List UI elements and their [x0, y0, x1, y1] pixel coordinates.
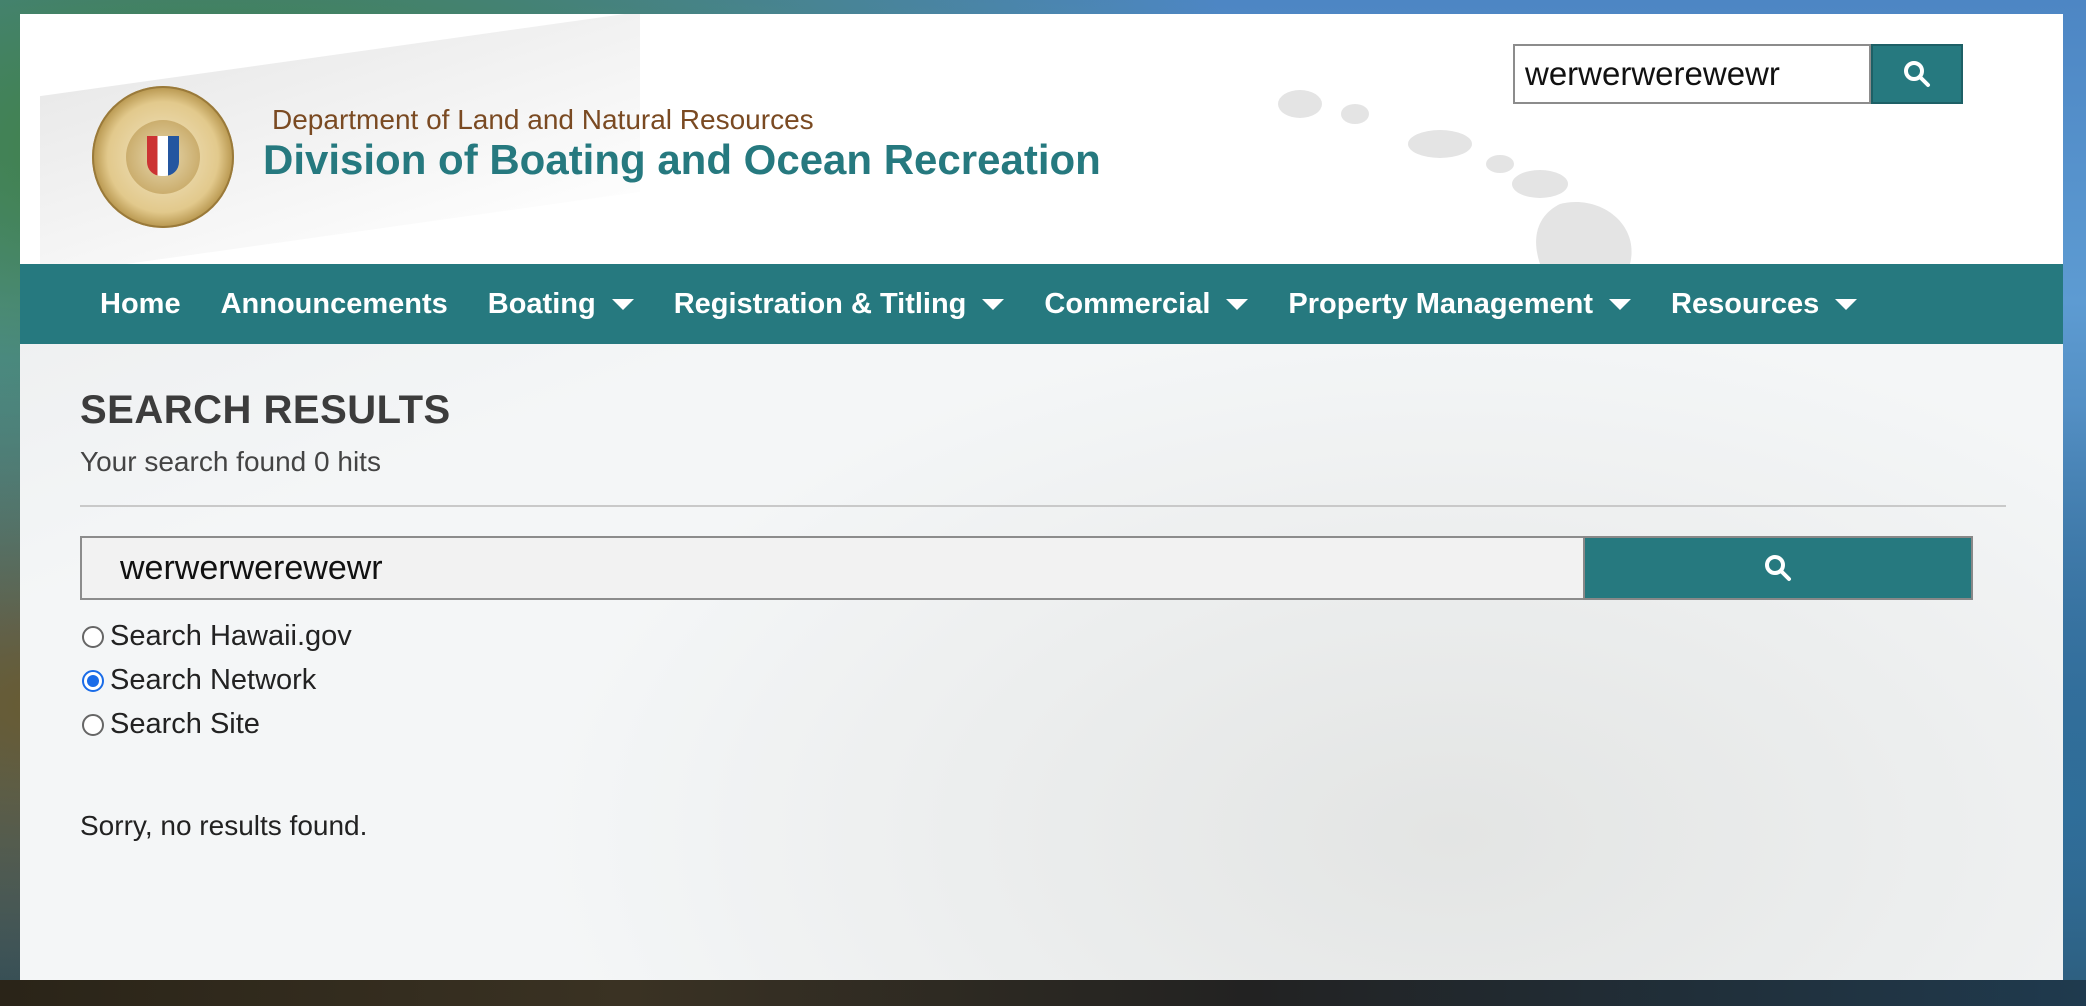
radio-button[interactable]	[82, 669, 104, 692]
caret-down-icon	[1609, 298, 1631, 310]
page-title: SEARCH RESULTS	[80, 388, 451, 432]
state-seal-logo[interactable]	[92, 86, 234, 228]
nav-item-announcements[interactable]: Announcements	[221, 288, 448, 321]
division-title[interactable]: Division of Boating and Ocean Recreation	[263, 136, 1101, 184]
divider	[80, 505, 2006, 507]
nav-item-label: Home	[100, 287, 181, 320]
main-search-button[interactable]	[1583, 536, 1973, 600]
page-container: Department of Land and Natural Resources…	[20, 14, 2063, 980]
nav-item-label: Property Management	[1288, 287, 1593, 320]
radio-option-search-site[interactable]: Search Site	[82, 708, 260, 741]
nav-item-registration-titling[interactable]: Registration & Titling	[674, 288, 1005, 321]
radio-label: Search Hawaii.gov	[110, 620, 352, 652]
nav-item-label: Registration & Titling	[673, 287, 967, 320]
search-hits-count: Your search found 0 hits	[80, 446, 381, 477]
main-navigation: Home Announcements Boating Registration & T…	[20, 264, 2063, 344]
caret-down-icon	[1226, 298, 1249, 310]
main-search-input[interactable]	[80, 536, 1585, 600]
nav-item-label: Commercial	[1044, 287, 1211, 320]
nav-item-resources[interactable]: Resources	[1671, 287, 1858, 321]
radio-option-search-network[interactable]: Search Network	[82, 664, 316, 697]
no-results-message: Sorry, no results found.	[80, 810, 368, 841]
search-icon	[1765, 555, 1791, 581]
seal-shield-icon	[147, 136, 179, 176]
search-icon	[1904, 61, 1930, 87]
nav-item-label: Resources	[1671, 287, 1820, 320]
caret-down-icon	[1835, 298, 1858, 310]
radio-label: Search Site	[110, 708, 260, 740]
site-header: Department of Land and Natural Resources…	[20, 14, 2063, 277]
radio-option-search-hawaii-gov[interactable]: Search Hawaii.gov	[82, 620, 352, 653]
nav-item-label: Announcements	[220, 287, 448, 320]
radio-button[interactable]	[82, 713, 104, 736]
department-name: Department of Land and Natural Resources	[272, 104, 814, 135]
header-search-input[interactable]	[1513, 44, 1871, 104]
header-search-button[interactable]	[1871, 44, 1963, 104]
caret-down-icon	[611, 298, 634, 310]
nav-item-commercial[interactable]: Commercial	[1044, 287, 1249, 321]
nav-item-property-management[interactable]: Property Management	[1288, 288, 1631, 321]
caret-down-icon	[982, 298, 1005, 310]
footer-strip	[0, 980, 2086, 1006]
radio-button[interactable]	[82, 625, 104, 648]
nav-item-boating[interactable]: Boating	[488, 288, 634, 321]
radio-label: Search Network	[110, 664, 317, 696]
nav-item-label: Boating	[487, 287, 596, 320]
nav-item-home[interactable]: Home	[100, 288, 181, 321]
